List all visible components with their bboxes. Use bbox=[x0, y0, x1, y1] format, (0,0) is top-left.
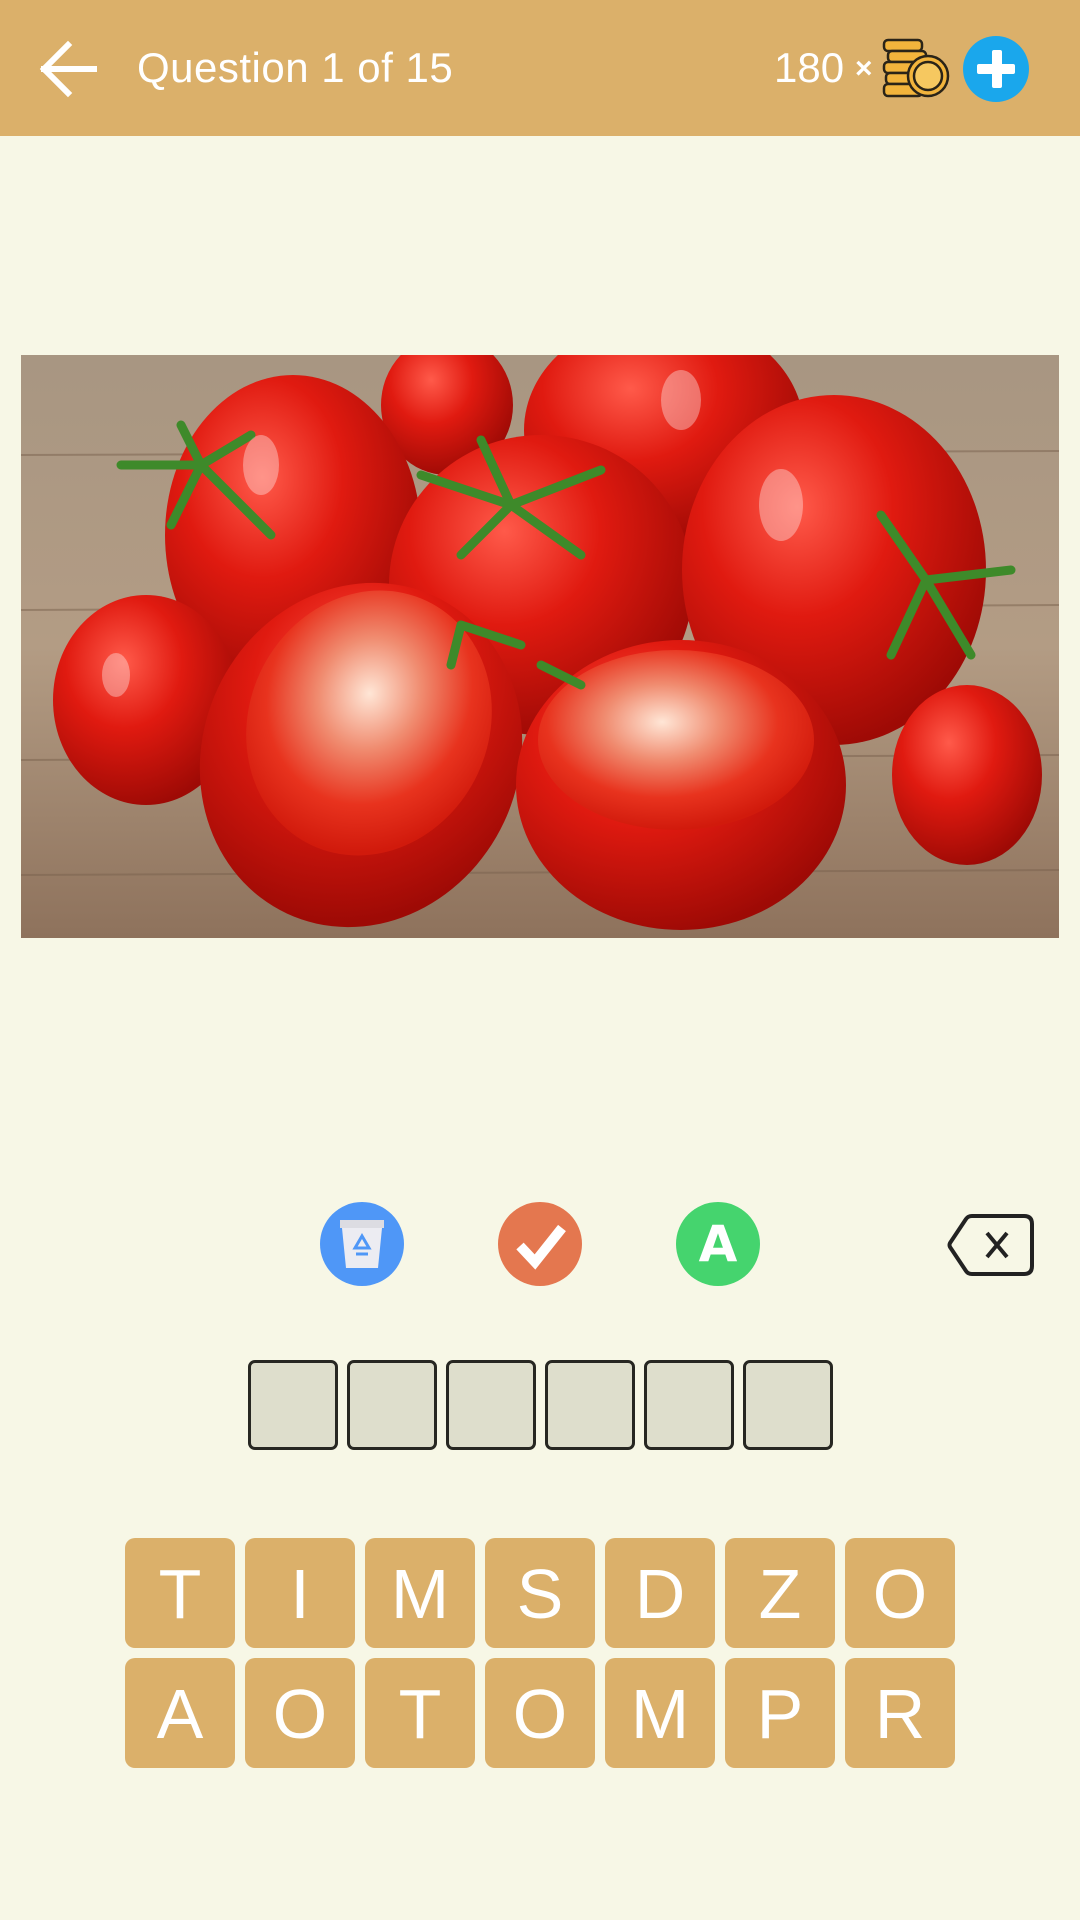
letter-key[interactable]: O bbox=[245, 1658, 355, 1768]
letter-key[interactable]: T bbox=[365, 1658, 475, 1768]
question-image bbox=[21, 355, 1059, 938]
answer-slot[interactable] bbox=[446, 1360, 536, 1450]
add-coins-button[interactable] bbox=[963, 36, 1029, 102]
answer-slot[interactable] bbox=[545, 1360, 635, 1450]
times-symbol: × bbox=[855, 52, 873, 85]
answer-slot[interactable] bbox=[347, 1360, 437, 1450]
tomatoes-photo bbox=[21, 355, 1059, 938]
letter-key[interactable]: P bbox=[725, 1658, 835, 1768]
letter-a-icon: A bbox=[698, 1215, 738, 1273]
arrow-left-icon bbox=[39, 40, 97, 98]
letter-key[interactable]: M bbox=[605, 1658, 715, 1768]
letter-key[interactable]: M bbox=[365, 1538, 475, 1648]
top-bar: Question 1 of 15 180 × bbox=[0, 0, 1080, 136]
answer-slot[interactable] bbox=[743, 1360, 833, 1450]
letter-key[interactable]: T bbox=[125, 1538, 235, 1648]
letter-key[interactable]: O bbox=[845, 1538, 955, 1648]
remove-letters-button[interactable] bbox=[320, 1202, 404, 1286]
letter-key[interactable]: S bbox=[485, 1538, 595, 1648]
coin-balance: 180 bbox=[774, 44, 845, 91]
letter-key[interactable]: A bbox=[125, 1658, 235, 1768]
back-button[interactable] bbox=[34, 34, 104, 104]
letter-key[interactable]: Z bbox=[725, 1538, 835, 1648]
letter-key[interactable]: D bbox=[605, 1538, 715, 1648]
show-answer-button[interactable]: A bbox=[676, 1202, 760, 1286]
reveal-letter-button[interactable] bbox=[498, 1202, 582, 1286]
letter-key[interactable]: R bbox=[845, 1658, 955, 1768]
letter-key[interactable]: O bbox=[485, 1658, 595, 1768]
checkmark-icon bbox=[516, 1224, 566, 1270]
letter-key[interactable]: I bbox=[245, 1538, 355, 1648]
backspace-button[interactable] bbox=[946, 1212, 1036, 1278]
recycle-bin-icon bbox=[340, 1220, 384, 1268]
backspace-icon bbox=[947, 1214, 1034, 1276]
question-progress-title: Question 1 of 15 bbox=[137, 44, 454, 91]
answer-slot[interactable] bbox=[644, 1360, 734, 1450]
answer-slot[interactable] bbox=[248, 1360, 338, 1450]
coin-stack-icon bbox=[882, 38, 950, 98]
